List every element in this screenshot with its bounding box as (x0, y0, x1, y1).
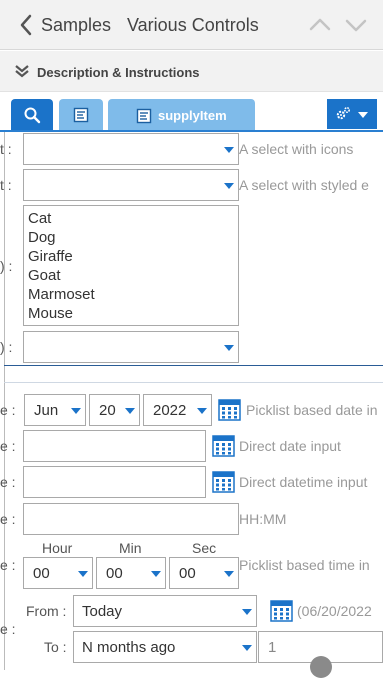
direct-datetime-input[interactable] (23, 466, 206, 498)
description-label[interactable]: Description & Instructions (37, 65, 200, 80)
select-icons-hint: A select with icons (239, 141, 354, 157)
caret-down-icon (78, 571, 88, 577)
search-icon (24, 107, 41, 124)
chevron-down-icon[interactable] (345, 14, 367, 36)
direct-time-hint: HH:MM (239, 511, 287, 527)
select-styled-hint: A select with styled e (239, 177, 369, 193)
month-value: Jun (34, 402, 59, 419)
list-item[interactable]: Mouse (28, 304, 73, 323)
day-select[interactable]: 20 (89, 394, 140, 426)
sec-select[interactable]: 00 (169, 557, 239, 589)
section-divider (4, 365, 383, 366)
min-select[interactable]: 00 (96, 557, 166, 589)
direct-date-input[interactable] (23, 430, 206, 462)
min-label: Min (119, 540, 142, 556)
from-select[interactable]: Today (73, 595, 257, 627)
to-label: To : (44, 639, 67, 655)
caret-down-icon (358, 112, 368, 118)
gears-icon (336, 106, 351, 120)
sec-label: Sec (192, 540, 217, 556)
time-picklist-label: e : (0, 557, 16, 573)
list-item[interactable]: Goat (28, 266, 61, 285)
to-amount-value: 1 (268, 639, 277, 656)
list-item[interactable]: Giraffe (28, 247, 73, 266)
tab-underline (0, 130, 383, 132)
form-left-border (4, 132, 5, 670)
double-chevron-down-icon[interactable] (14, 63, 30, 79)
select-with-icons[interactable] (23, 133, 239, 165)
tab-supply-item-label: supplyItem (158, 108, 227, 123)
year-value: 2022 (153, 402, 187, 419)
select-icons-label: t : (0, 141, 12, 157)
hour-select[interactable]: 00 (23, 557, 93, 589)
min-value: 00 (106, 565, 123, 582)
calendar-icon[interactable] (270, 599, 293, 622)
chevron-left-icon[interactable] (16, 10, 36, 40)
caret-down-icon (224, 183, 234, 189)
date-picklist-label: e : (0, 402, 16, 418)
select-with-styled-entries[interactable] (23, 169, 239, 201)
direct-datetime-label: e : (0, 474, 16, 490)
calendar-icon[interactable] (218, 398, 241, 421)
to-value: N months ago (82, 639, 176, 656)
list-item[interactable]: Cat (28, 209, 51, 228)
select-3[interactable] (23, 331, 239, 363)
page-title: Various Controls (127, 15, 259, 35)
hour-value: 00 (33, 565, 50, 582)
caret-down-icon (125, 408, 135, 414)
chevron-up-icon[interactable] (309, 14, 331, 36)
back-link[interactable]: Samples (41, 15, 111, 36)
date-picklist-hint: Picklist based date in (246, 402, 378, 418)
calendar-icon[interactable] (212, 434, 235, 457)
caret-down-icon (197, 408, 207, 414)
direct-datetime-hint: Direct datetime input (239, 474, 368, 490)
direct-time-input[interactable] (23, 503, 239, 535)
caret-down-icon (224, 147, 234, 153)
direct-date-label: e : (0, 438, 16, 454)
listbox-label: ) : (0, 258, 13, 274)
caret-down-icon (224, 345, 234, 351)
day-value: 20 (99, 402, 116, 419)
form-icon (136, 108, 152, 124)
from-label: From : (26, 603, 67, 619)
scroll-handle[interactable] (310, 656, 332, 678)
sec-value: 00 (179, 565, 196, 582)
form-icon (73, 107, 89, 123)
select-3-label: ) : (0, 339, 13, 355)
range-label: e : (0, 621, 16, 637)
direct-time-label: e : (0, 511, 16, 527)
hour-label: Hour (42, 540, 73, 556)
select-styled-label: t : (0, 177, 12, 193)
list-item[interactable]: Dog (28, 228, 56, 247)
to-select[interactable]: N months ago (73, 631, 257, 663)
month-select[interactable]: Jun (24, 394, 86, 426)
time-picklist-hint: Picklist based time in (239, 557, 370, 573)
section-divider (4, 382, 383, 383)
caret-down-icon (224, 571, 234, 577)
caret-down-icon (151, 571, 161, 577)
list-item[interactable]: Marmoset (28, 285, 95, 304)
year-select[interactable]: 2022 (143, 394, 212, 426)
caret-down-icon (242, 609, 252, 615)
calendar-icon[interactable] (212, 470, 235, 493)
animal-listbox[interactable]: Cat Dog Giraffe Goat Marmoset Mouse (23, 205, 239, 326)
from-date-hint: (06/20/2022 (297, 603, 372, 619)
direct-date-hint: Direct date input (239, 438, 341, 454)
caret-down-icon (242, 645, 252, 651)
from-value: Today (82, 603, 123, 620)
caret-down-icon (71, 408, 81, 414)
